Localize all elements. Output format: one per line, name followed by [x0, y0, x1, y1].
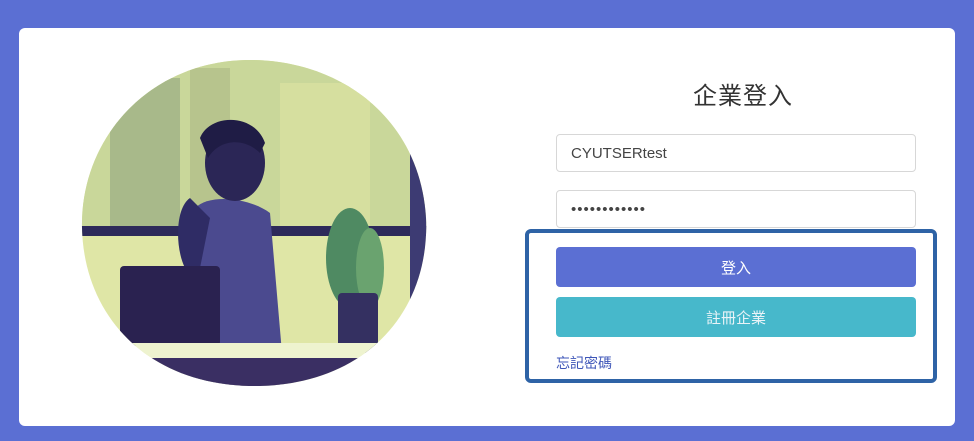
- register-company-button[interactable]: 註冊企業: [556, 297, 916, 337]
- login-button[interactable]: 登入: [556, 247, 916, 287]
- person-at-laptop-illustration: [81, 60, 427, 387]
- page-title: 企業登入: [693, 82, 793, 110]
- username-field[interactable]: [556, 134, 916, 172]
- password-field[interactable]: [556, 190, 916, 228]
- forgot-password-link[interactable]: 忘記密碼: [556, 353, 612, 373]
